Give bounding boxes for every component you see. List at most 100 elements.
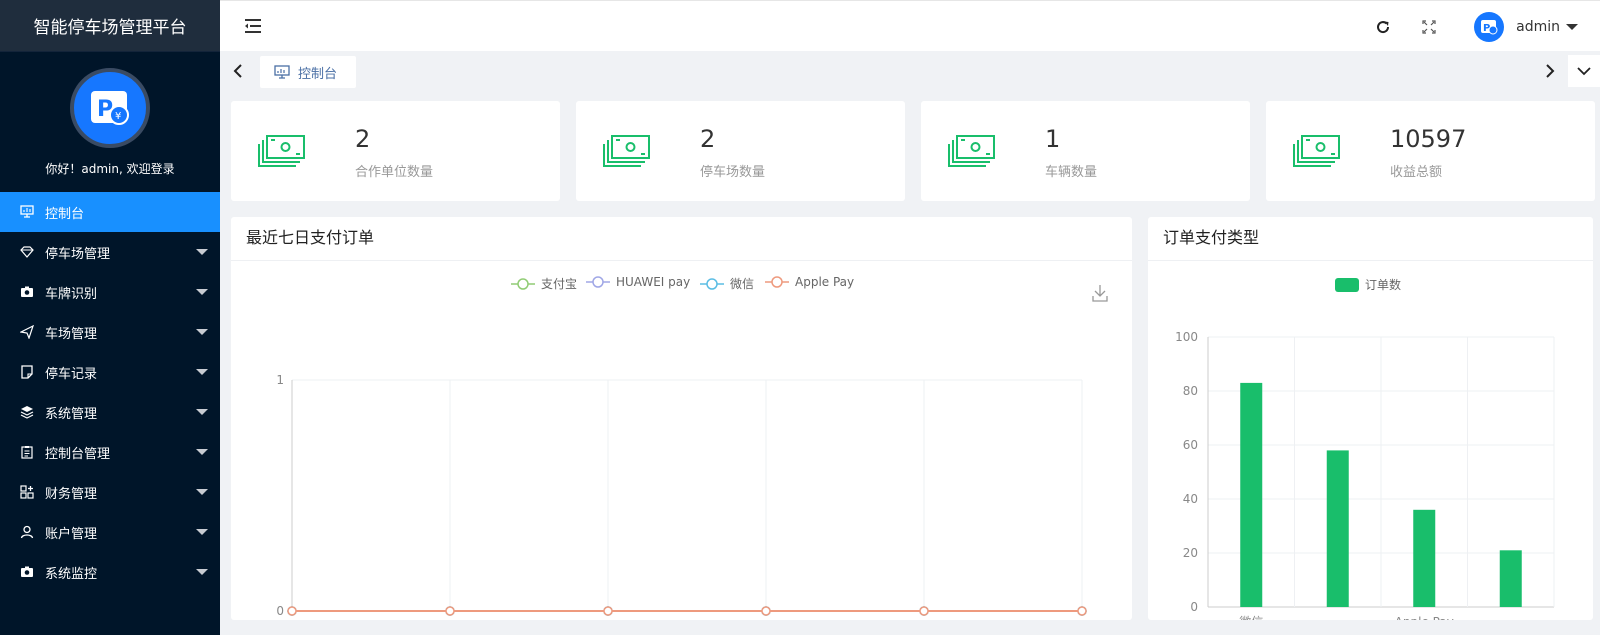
tab-more-button[interactable]: [1568, 55, 1600, 87]
caret-down-icon: [196, 409, 208, 415]
stat-card: 2 合作单位数量: [231, 101, 560, 201]
parking-logo-icon: P: [1481, 19, 1498, 34]
money-icon: [603, 134, 651, 174]
series-point[interactable]: [919, 606, 929, 616]
x-tick-label: 2022-10-01: [731, 619, 801, 620]
y-tick-label: 0: [276, 604, 284, 618]
app-title: 智能停车场管理平台: [0, 0, 220, 52]
menu-fold-icon[interactable]: [244, 17, 262, 35]
bar[interactable]: [1240, 382, 1263, 607]
tab-label: 控制台: [298, 66, 338, 82]
y-tick-label: 80: [1183, 384, 1198, 398]
caret-down-icon: [196, 449, 208, 455]
sidebar-item-3[interactable]: 车场管理: [0, 312, 220, 352]
y-tick-label: 1: [276, 373, 284, 387]
money-icon: [258, 134, 306, 174]
sidebar-item-5[interactable]: 系统管理: [0, 392, 220, 432]
monitor-icon: [20, 205, 34, 219]
sidebar-item-0[interactable]: 控制台: [0, 192, 220, 232]
series-point[interactable]: [1077, 606, 1087, 616]
chevron-left-icon[interactable]: [228, 61, 248, 81]
sidebar-item-2[interactable]: 车牌识别: [0, 272, 220, 312]
chevron-right-icon[interactable]: [1540, 61, 1560, 81]
caret-down-icon: [196, 369, 208, 375]
user-icon: [20, 525, 34, 539]
refresh-icon[interactable]: [1374, 18, 1392, 36]
avatar[interactable]: P ¥: [70, 68, 150, 148]
sidebar-item-9[interactable]: 系统监控: [0, 552, 220, 592]
sidebar-item-label: 停车场管理: [45, 246, 111, 262]
sidebar-item-4[interactable]: 停车记录: [0, 352, 220, 392]
stat-value: 10597: [1390, 125, 1467, 153]
fullscreen-icon[interactable]: [1420, 18, 1438, 36]
send-icon: [20, 325, 34, 339]
sidebar: 智能停车场管理平台 P ¥ 你好！admin, 欢迎登录 控制台停车场管理车牌识…: [0, 0, 220, 635]
stat-label: 收益总额: [1390, 165, 1443, 180]
bar[interactable]: [1326, 450, 1349, 607]
sidebar-item-label: 控制台: [45, 206, 85, 222]
note-icon: [20, 365, 34, 379]
y-tick-label: 20: [1183, 546, 1198, 560]
series-point[interactable]: [603, 606, 613, 616]
x-tick-label: 2022-09-30: [573, 619, 643, 620]
series-point[interactable]: [445, 606, 455, 616]
stat-card: 1 车辆数量: [921, 101, 1250, 201]
y-tick-label: 100: [1175, 330, 1198, 344]
svg-text:¥: ¥: [115, 111, 121, 122]
caret-down-icon: [196, 249, 208, 255]
sidebar-item-6[interactable]: 控制台管理: [0, 432, 220, 472]
camera-icon: [20, 565, 34, 579]
line-chart: 0 1 2022-09-28 2022-09-29 2022-09-30 2022-10-…: [257, 373, 1117, 620]
tab-dashboard[interactable]: 控制台: [260, 56, 356, 88]
chevron-down-icon: [1577, 67, 1591, 76]
line-chart-panel: 最近七日支付订单 支付宝HUAWEI pay微信Apple Pay 012022…: [231, 217, 1132, 620]
user-avatar[interactable]: P: [1474, 11, 1505, 42]
caret-down-icon: [196, 569, 208, 575]
user-name[interactable]: admin: [1516, 19, 1560, 35]
stat-value: 2: [355, 125, 371, 153]
stat-value: 2: [700, 125, 716, 153]
sidebar-item-label: 控制台管理: [45, 446, 111, 462]
money-icon: [948, 134, 996, 174]
sidebar-item-label: 账户管理: [45, 526, 98, 542]
tab-bar: 控制台: [220, 51, 1600, 91]
sidebar-item-label: 车场管理: [45, 326, 98, 342]
welcome-text: 你好！admin, 欢迎登录: [45, 162, 175, 176]
sidebar-item-7[interactable]: 财务管理: [0, 472, 220, 512]
header-actions: P admin: [1374, 1, 1600, 52]
diamond-icon: [20, 245, 34, 259]
bar-chart: 0 20 40 60 80 100 微信 Apple Pay: [1175, 330, 1555, 620]
bar[interactable]: [1413, 509, 1436, 607]
x-tick-label: 2022-09-29: [415, 619, 485, 620]
sidebar-item-label: 车牌识别: [45, 286, 98, 302]
x-tick-label: 微信: [1239, 615, 1263, 620]
stat-value: 1: [1045, 125, 1061, 153]
monitor-icon: [274, 65, 290, 79]
x-tick-label: 2022-10-03: [1047, 619, 1117, 620]
stat-label: 停车场数量: [700, 165, 766, 180]
y-tick-label: 40: [1183, 492, 1198, 506]
sidebar-item-label: 系统监控: [45, 566, 98, 582]
user-dropdown-icon[interactable]: [1566, 23, 1578, 30]
caret-down-icon: [196, 329, 208, 335]
money-icon: [1293, 134, 1341, 174]
y-tick-label: 0: [1190, 600, 1198, 614]
caret-down-icon: [196, 529, 208, 535]
series-point[interactable]: [287, 606, 297, 616]
sidebar-item-1[interactable]: 停车场管理: [0, 232, 220, 272]
stat-label: 车辆数量: [1045, 165, 1098, 180]
series-point[interactable]: [761, 606, 771, 616]
x-tick-label: Apple Pay: [1395, 615, 1454, 620]
grid-plus-icon: [20, 485, 34, 499]
sidebar-menu: 控制台停车场管理车牌识别车场管理停车记录系统管理控制台管理财务管理账户管理系统监…: [0, 192, 220, 592]
top-header: P admin: [220, 0, 1600, 51]
stat-card: 2 停车场数量: [576, 101, 905, 201]
bar[interactable]: [1499, 550, 1522, 607]
caret-down-icon: [196, 289, 208, 295]
sidebar-item-label: 停车记录: [45, 366, 98, 382]
camera-icon: [20, 285, 34, 299]
layers-icon: [20, 405, 34, 419]
sidebar-item-8[interactable]: 账户管理: [0, 512, 220, 552]
y-tick-label: 60: [1183, 438, 1198, 452]
stat-card: 10597 收益总额: [1266, 101, 1595, 201]
